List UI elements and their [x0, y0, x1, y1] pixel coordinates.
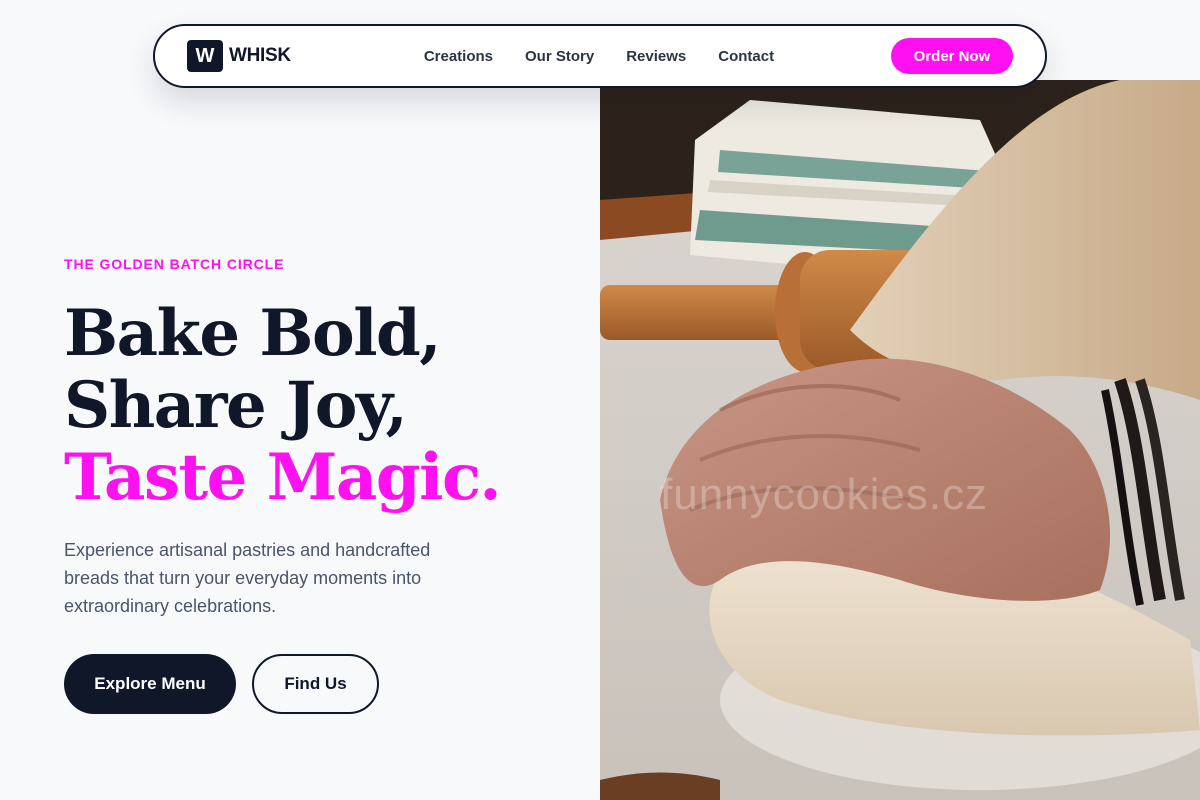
nav-link-our-story[interactable]: Our Story — [525, 48, 594, 65]
nav-link-creations[interactable]: Creations — [424, 48, 493, 65]
nav-link-reviews[interactable]: Reviews — [626, 48, 686, 65]
headline-line-1: Bake Bold, — [64, 296, 442, 371]
image-watermark: funnycookies.cz — [660, 470, 989, 519]
kneading-dough-illustration — [600, 80, 1200, 800]
hero-image — [600, 80, 1200, 800]
hero-headline: Bake Bold, Share Joy, Taste Magic. — [64, 298, 584, 514]
navbar: W WHISK Creations Our Story Reviews Cont… — [153, 24, 1047, 88]
headline-line-3: Taste Magic. — [64, 440, 502, 515]
order-now-button[interactable]: Order Now — [891, 38, 1013, 74]
cta-row: Explore Menu Find Us — [64, 654, 584, 714]
hero-eyebrow: THE GOLDEN BATCH CIRCLE — [64, 256, 285, 272]
explore-menu-button[interactable]: Explore Menu — [64, 654, 236, 714]
headline-line-2: Share Joy, — [64, 368, 408, 443]
hero-content: THE GOLDEN BATCH CIRCLE Bake Bold, Share… — [64, 256, 584, 714]
hero-description: Experience artisanal pastries and handcr… — [64, 540, 431, 616]
nav-link-contact[interactable]: Contact — [718, 48, 774, 65]
logo[interactable]: W WHISK — [187, 40, 291, 72]
nav-links: Creations Our Story Reviews Contact — [424, 48, 774, 65]
brand-name: WHISK — [229, 45, 291, 66]
logo-mark-icon: W — [187, 40, 223, 72]
find-us-button[interactable]: Find Us — [252, 654, 379, 714]
